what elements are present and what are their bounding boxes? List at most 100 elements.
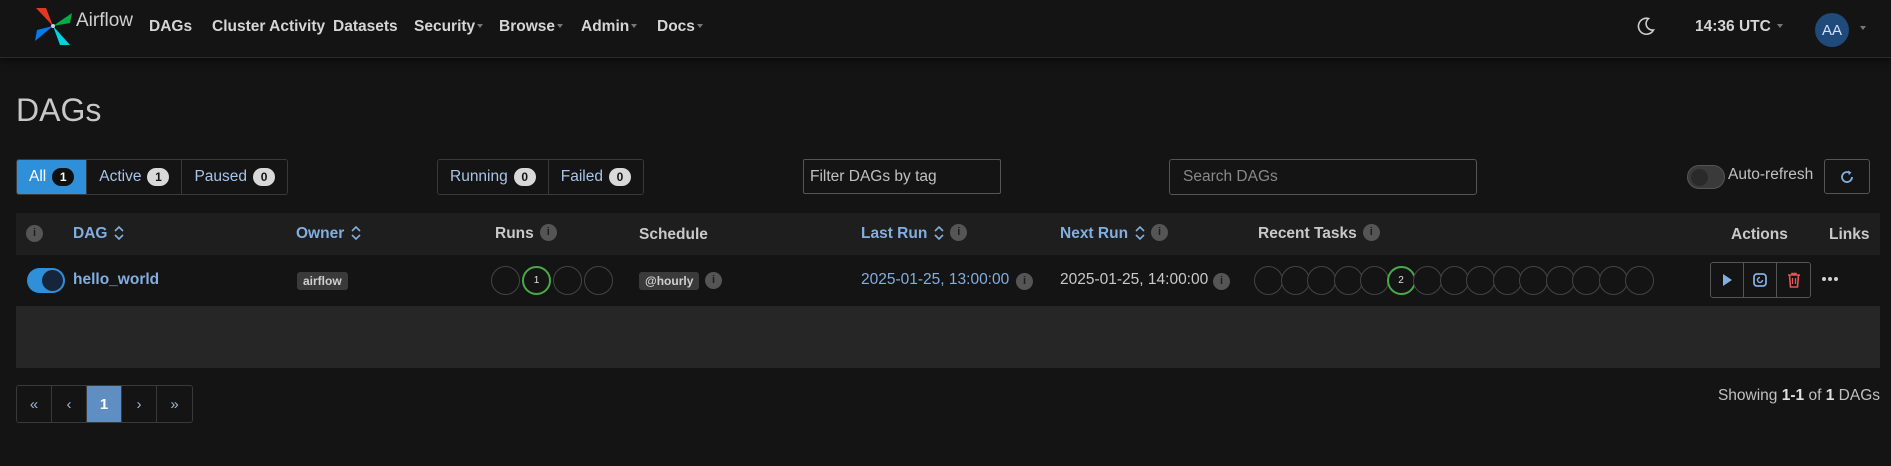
nav-cluster-activity[interactable]: Cluster Activity: [212, 18, 325, 36]
task-state-circle[interactable]: [1307, 266, 1336, 295]
filter-running-button[interactable]: Running 0: [438, 160, 549, 194]
clear-dag-button[interactable]: [1744, 263, 1777, 297]
chevron-down-icon: [557, 23, 563, 28]
nav-admin[interactable]: Admin: [581, 18, 638, 36]
delete-dag-button[interactable]: [1777, 263, 1810, 297]
navbar: Airflow DAGs Cluster Activity Datasets S…: [0, 0, 1891, 58]
showing-of: of: [1808, 387, 1822, 404]
chevron-down-icon: [477, 23, 484, 28]
table-row: hello_world airflow 1 @hourly i 2025-01-…: [16, 255, 1880, 306]
header-recent-tasks: Recent Tasks i: [1258, 224, 1380, 243]
info-icon[interactable]: i: [705, 272, 722, 289]
info-icon[interactable]: i: [1213, 273, 1230, 290]
filter-all-button[interactable]: All 1: [17, 160, 88, 194]
page-last-button[interactable]: »: [157, 386, 192, 422]
airflow-logo-icon: [35, 8, 72, 45]
nav-dags[interactable]: DAGs: [149, 18, 192, 36]
run-state-circle-success[interactable]: 1: [522, 266, 551, 295]
nav-security[interactable]: Security: [414, 18, 484, 36]
nav-browse[interactable]: Browse: [499, 18, 563, 36]
task-state-circle[interactable]: [1254, 266, 1283, 295]
autorefresh-control: Auto-refresh: [1687, 165, 1813, 189]
page-first-button[interactable]: «: [17, 386, 52, 422]
info-icon[interactable]: i: [950, 224, 968, 242]
run-state-circle[interactable]: [491, 266, 520, 295]
run-state-circle[interactable]: [584, 266, 613, 295]
next-run-text: 2025-01-25, 14:00:00: [1060, 271, 1209, 288]
run-state-circle[interactable]: [553, 266, 582, 295]
task-state-circle[interactable]: [1572, 266, 1601, 295]
header-dag[interactable]: DAG: [73, 225, 125, 243]
nav-datasets-label: Datasets: [333, 18, 398, 35]
header-next-run[interactable]: Next Run i: [1060, 224, 1169, 243]
nav-dags-label: DAGs: [149, 18, 193, 35]
filter-paused-button[interactable]: Paused 0: [182, 160, 288, 194]
page-next-button[interactable]: ›: [122, 386, 157, 422]
dag-pause-toggle[interactable]: [27, 268, 65, 293]
filter-failed-button[interactable]: Failed 0: [548, 160, 643, 194]
task-state-circle[interactable]: [1598, 266, 1628, 295]
header-actions: Actions: [1731, 226, 1788, 243]
count-badge: 1: [52, 168, 75, 186]
filter-running-label: Running: [450, 168, 508, 185]
task-state-circle[interactable]: [1519, 266, 1548, 295]
filter-active-label: Active: [99, 168, 142, 185]
chevron-down-icon: [696, 23, 703, 28]
header-runs-label: Runs: [495, 225, 534, 242]
info-icon[interactable]: i: [539, 224, 557, 242]
task-state-circle[interactable]: [1439, 266, 1469, 295]
task-state-circle[interactable]: [1625, 266, 1654, 295]
nav-security-label: Security: [414, 18, 476, 35]
task-state-circle[interactable]: [1360, 266, 1389, 295]
play-icon: [1723, 274, 1732, 286]
task-state-circle[interactable]: [1492, 266, 1522, 295]
last-run-link[interactable]: 2025-01-25, 13:00:00: [861, 271, 1009, 289]
info-icon[interactable]: i: [1016, 273, 1033, 290]
nav-datasets[interactable]: Datasets: [333, 18, 398, 36]
page-current-button[interactable]: 1: [87, 386, 122, 422]
filter-all-label: All: [29, 168, 47, 185]
task-state-circle[interactable]: [1333, 266, 1363, 295]
sort-icon: [114, 225, 125, 241]
utc-clock[interactable]: 14:36 UTC: [1695, 18, 1784, 36]
task-state-circle[interactable]: [1545, 266, 1575, 295]
toggle-knob: [1691, 169, 1708, 186]
task-state-circle[interactable]: [1280, 266, 1310, 295]
task-state-circle[interactable]: [1466, 266, 1495, 295]
tag-filter-input[interactable]: Filter DAGs by tag: [803, 159, 1001, 194]
chevron-down-icon[interactable]: [1860, 26, 1866, 30]
search-dags-input[interactable]: Search DAGs: [1169, 159, 1477, 195]
chevron-down-icon: [1777, 23, 1784, 28]
header-last-run-label: Last Run: [861, 225, 928, 242]
header-runs: Runs i: [495, 224, 557, 243]
showing-total: 1: [1825, 387, 1835, 404]
nav-browse-label: Browse: [499, 18, 555, 35]
ellipsis-icon[interactable]: [1819, 269, 1841, 289]
toggle-knob: [42, 270, 63, 291]
brand-name: Airflow: [76, 10, 134, 31]
header-dag-label: DAG: [73, 225, 108, 242]
info-icon[interactable]: i: [1362, 224, 1380, 242]
info-icon[interactable]: i: [26, 225, 43, 242]
user-avatar[interactable]: AA: [1815, 13, 1849, 47]
nav-docs[interactable]: Docs: [657, 18, 703, 36]
brand-logo-link[interactable]: Airflow: [32, 4, 133, 48]
schedule-tag[interactable]: @hourly: [639, 272, 700, 290]
header-owner[interactable]: Owner: [296, 225, 361, 243]
trigger-dag-button[interactable]: [1711, 263, 1744, 297]
clear-icon: [1753, 273, 1767, 287]
nav-cluster-activity-label: Cluster Activity: [212, 18, 326, 35]
dag-id-link[interactable]: hello_world: [73, 271, 159, 289]
autorefresh-toggle[interactable]: [1687, 165, 1725, 189]
task-state-circle[interactable]: [1413, 266, 1442, 295]
refresh-button[interactable]: [1824, 159, 1870, 194]
task-state-circle-success[interactable]: 2: [1386, 266, 1416, 295]
filter-active-button[interactable]: Active 1: [87, 160, 183, 194]
header-last-run[interactable]: Last Run i: [861, 224, 968, 243]
page-prev-button[interactable]: ‹: [52, 386, 87, 422]
header-next-run-label: Next Run: [1060, 225, 1129, 242]
moon-icon[interactable]: [1636, 16, 1656, 36]
count-badge: 0: [608, 168, 631, 186]
info-icon[interactable]: i: [1151, 224, 1169, 242]
owner-tag[interactable]: airflow: [297, 272, 348, 290]
